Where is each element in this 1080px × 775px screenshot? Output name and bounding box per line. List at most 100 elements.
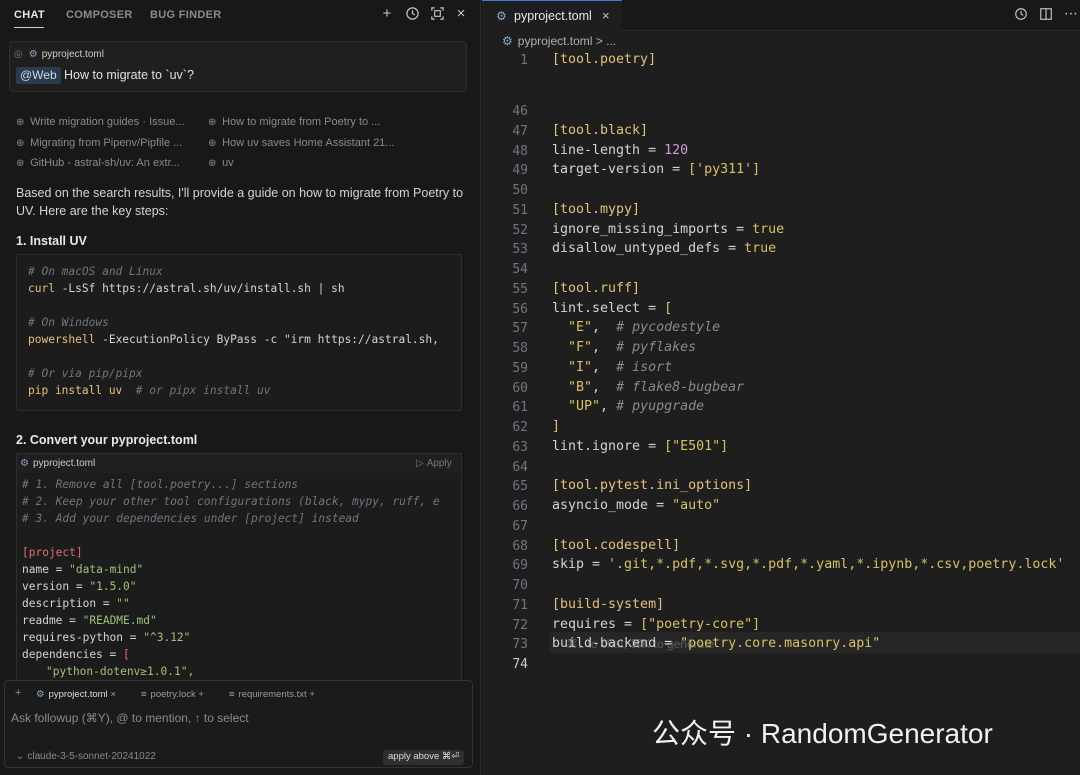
source-link[interactable]: ⊕ Migrating from Pipenv/Pipfile ...: [16, 137, 182, 149]
source-link[interactable]: ⊕ How uv saves Home Assistant 21...: [208, 137, 394, 149]
code-comment: # On Windows: [28, 316, 109, 329]
code-line[interactable]: target-version = ['py311']: [552, 162, 760, 177]
gear-icon: ⚙: [36, 689, 45, 700]
code-args: -LsSf https://astral.sh/uv/install.sh | …: [54, 282, 345, 295]
context-file-chip[interactable]: ⚙ pyproject.toml ×: [36, 689, 116, 700]
tab-chat[interactable]: CHAT: [14, 9, 45, 21]
source-link[interactable]: ⊕ uv: [208, 157, 234, 169]
watermark-text: 公众号 · RandomGenerator: [652, 718, 993, 749]
source-label: How to migrate from Poetry to ...: [222, 116, 381, 128]
line-number: 57: [512, 321, 528, 337]
model-selector[interactable]: ⌄ claude-3-5-sonnet-20241022: [16, 751, 156, 762]
code-command: pip install uv: [28, 384, 123, 397]
add-context-icon[interactable]: +: [15, 687, 21, 699]
query-file-label: pyproject.toml: [41, 49, 104, 60]
code-string: "^3.12": [143, 631, 191, 644]
pyproject-code-block[interactable]: # 1. Remove all [tool.poetry...] section…: [16, 473, 462, 688]
code-args: -ExecutionPolicy ByPass -c "irm https://…: [95, 333, 439, 346]
code-string: "data-mind": [69, 563, 144, 576]
code-line[interactable]: disallow_untyped_defs = true: [552, 241, 776, 256]
breadcrumb-label: pyproject.toml > ...: [517, 34, 617, 48]
code-line[interactable]: "B", # flake8-bugbear: [552, 380, 744, 395]
code-line: powershell -ExecutionPolicy ByPass -c "i…: [28, 333, 439, 346]
tab-bug-finder[interactable]: BUG FINDER: [150, 9, 221, 21]
editor-tab-pyproject[interactable]: ⚙ pyproject.toml ×: [482, 0, 622, 31]
line-number: 48: [512, 143, 528, 159]
breadcrumb[interactable]: ⚙ pyproject.toml > ...: [502, 34, 616, 48]
code-line[interactable]: skip = '.git,*.pdf,*.svg,*.pdf,*.yaml,*.…: [552, 557, 1064, 572]
code-command: curl: [28, 282, 55, 295]
history-icon[interactable]: [404, 6, 420, 22]
code-line[interactable]: lint.ignore = ["E501"]: [552, 439, 728, 454]
source-label: How uv saves Home Assistant 21...: [222, 137, 395, 149]
source-link[interactable]: ⊕ GitHub - astral-sh/uv: An extr...: [16, 157, 180, 169]
step1-heading: 1. Install UV: [16, 234, 87, 248]
line-number: 50: [512, 183, 528, 198]
more-icon[interactable]: ⋯: [1064, 5, 1078, 22]
history-icon[interactable]: [1014, 7, 1028, 24]
code-line[interactable]: "E", # pycodestyle: [552, 320, 720, 335]
apply-above-button[interactable]: apply above ⌘⏎: [383, 750, 465, 765]
code-line[interactable]: line-length = 120: [552, 143, 688, 158]
line-number: 65: [512, 479, 528, 495]
sticky-section[interactable]: [tool.poetry]: [552, 52, 656, 67]
context-file-label: pyproject.toml: [48, 689, 108, 700]
apply-button[interactable]: ▷ Apply: [416, 458, 452, 469]
line-number: 55: [512, 281, 528, 297]
line-number: 69: [512, 558, 528, 574]
code-line: description = "": [22, 597, 130, 610]
code-line: name = "data-mind": [22, 563, 143, 576]
code-line[interactable]: requires = ["poetry-core"]: [552, 617, 760, 632]
close-icon[interactable]: ×: [602, 8, 610, 23]
globe-icon: ⊕: [208, 138, 217, 149]
close-icon[interactable]: ×: [110, 689, 116, 700]
split-editor-icon[interactable]: [1039, 7, 1053, 24]
file-icon: ≡: [229, 689, 235, 700]
code-line[interactable]: [tool.black]: [552, 123, 648, 138]
code-comment: # 1. Remove all [tool.poetry...] section…: [22, 478, 299, 491]
globe-icon: ⊕: [16, 138, 25, 149]
line-number: 51: [512, 202, 528, 218]
install-code-block[interactable]: # On macOS and Linux curl -LsSf https://…: [16, 254, 462, 411]
code-line[interactable]: "F", # pyflakes: [552, 340, 696, 355]
code-line[interactable]: ignore_missing_imports = true: [552, 222, 784, 237]
code-comment: # 2. Keep your other tool configurations…: [22, 495, 440, 508]
plus-icon[interactable]: +: [198, 689, 204, 700]
plus-icon[interactable]: +: [309, 689, 315, 700]
line-number: 74: [512, 657, 528, 672]
context-file-chip[interactable]: ≡ poetry.lock +: [141, 689, 204, 700]
code-line[interactable]: "I", # isort: [552, 360, 672, 375]
code-block-file-label: pyproject.toml: [32, 458, 96, 469]
circle-icon: ◎: [14, 49, 23, 60]
followup-input[interactable]: Ask followup (⌘Y), @ to mention, ↑ to se…: [11, 711, 249, 725]
code-line[interactable]: [tool.codespell]: [552, 538, 680, 553]
source-link[interactable]: ⊕ Write migration guides · Issue...: [16, 116, 185, 128]
context-file-chip[interactable]: ≡ requirements.txt +: [229, 689, 315, 700]
line-number: 62: [512, 420, 528, 435]
query-context-file[interactable]: ◎ ⚙ pyproject.toml: [14, 49, 104, 60]
code-line[interactable]: asyncio_mode = "auto": [552, 498, 720, 513]
code-line: curl -LsSf https://astral.sh/uv/install.…: [28, 282, 345, 295]
code-line[interactable]: [tool.ruff]: [552, 281, 640, 296]
code-line: pip install uv # or pipx install uv: [28, 384, 270, 397]
query-text: How to migrate to `uv`?: [64, 68, 194, 82]
code-line[interactable]: "UP", # pyupgrade: [552, 399, 704, 414]
apply-label: Apply: [426, 458, 452, 469]
plus-icon[interactable]: +: [379, 6, 395, 22]
code-line[interactable]: [build-system]: [552, 597, 664, 612]
source-link[interactable]: ⊕ How to migrate from Poetry to ...: [208, 116, 380, 128]
code-line[interactable]: lint.select = [: [552, 301, 672, 316]
active-tab-indicator: [14, 27, 44, 28]
step2-heading: 2. Convert your pyproject.toml: [16, 433, 198, 447]
code-line[interactable]: [tool.mypy]: [552, 202, 640, 217]
expand-icon[interactable]: [429, 6, 445, 22]
tab-composer[interactable]: COMPOSER: [66, 9, 133, 21]
code-line[interactable]: build-backend = "poetry.core.masonry.api…: [552, 636, 880, 651]
code-key: description =: [22, 597, 117, 610]
answer-intro: Based on the search results, I'll provid…: [16, 186, 464, 218]
close-icon[interactable]: ×: [453, 6, 469, 22]
line-number: 46: [512, 104, 528, 119]
code-line[interactable]: ]: [552, 419, 560, 434]
code-line[interactable]: [tool.pytest.ini_options]: [552, 478, 752, 493]
sticky-line-number: 1: [520, 53, 528, 68]
